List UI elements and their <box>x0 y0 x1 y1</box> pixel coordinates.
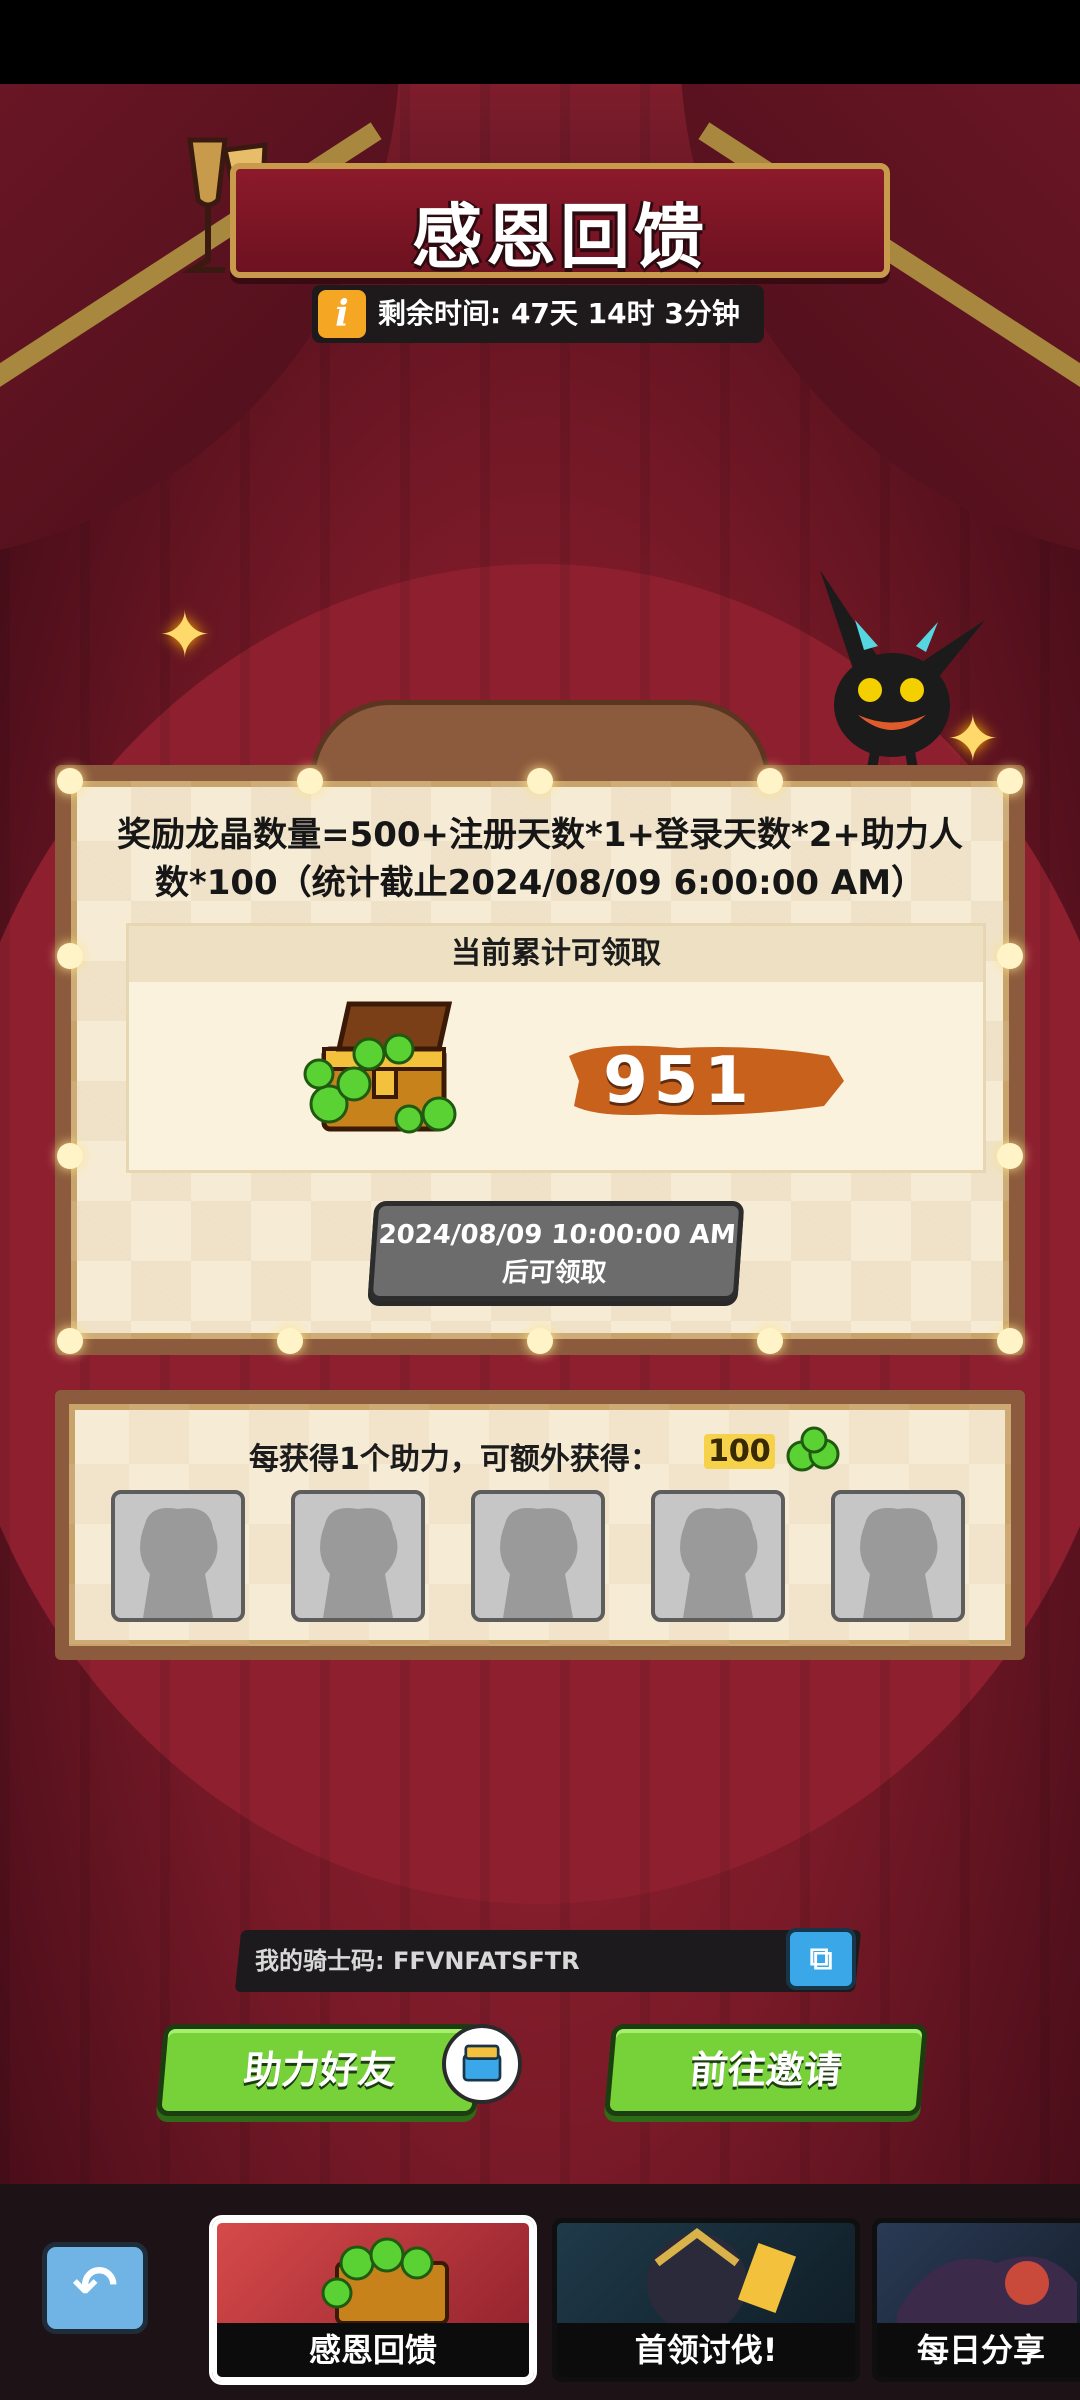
empty-helper-silhouette-icon <box>680 1508 758 1618</box>
tab-boss-raid[interactable]: 首领讨伐! <box>552 2218 860 2382</box>
marquee-bulb <box>57 1143 83 1169</box>
empty-helper-silhouette-icon <box>320 1508 398 1618</box>
marquee-bulb <box>57 943 83 969</box>
back-arrow-icon: ↶ <box>72 2254 118 2317</box>
marquee-bulb <box>997 1328 1023 1354</box>
empty-helper-silhouette-icon <box>140 1508 218 1618</box>
helper-slot[interactable] <box>651 1490 785 1622</box>
remaining-time-text: 剩余时间: 47天 14时 3分钟 <box>378 297 740 330</box>
helper-slot[interactable] <box>111 1490 245 1622</box>
helper-slot[interactable] <box>831 1490 965 1622</box>
helper-slot[interactable] <box>291 1490 425 1622</box>
helper-bonus-value: 100 <box>704 1434 775 1469</box>
tab-boss-image <box>647 2228 797 2333</box>
helper-board: 每获得1个助力，可额外获得： 100 <box>55 1390 1025 1660</box>
knight-code-text: 我的骑士码: FFVNFATSFTR <box>255 1947 580 1975</box>
invite-button[interactable]: 前往邀请 <box>603 2024 929 2116</box>
tab-label: 首领讨伐! <box>557 2323 855 2377</box>
title-banner: 感恩回馈 <box>230 163 890 278</box>
marquee-bulb <box>277 1328 303 1354</box>
back-button[interactable]: ↶ <box>42 2242 148 2334</box>
remaining-time-bar: i 剩余时间: 47天 14时 3分钟 <box>312 285 764 343</box>
empty-helper-silhouette-icon <box>860 1508 938 1618</box>
marquee-bulb <box>297 768 323 794</box>
copy-code-button[interactable]: ⧉ <box>786 1928 856 1990</box>
reward-board: 奖励龙晶数量=500+注册天数*1+登录天数*2+助力人数*100（统计截止20… <box>55 765 1025 1355</box>
page-title: 感恩回馈 <box>412 196 708 278</box>
reward-amount: 951 <box>603 1044 755 1118</box>
marquee-bulb <box>997 768 1023 794</box>
dragon-crystal-icon <box>786 1426 840 1472</box>
helper-slot[interactable] <box>471 1490 605 1622</box>
tab-chest-image <box>321 2237 449 2325</box>
chest-bubble-icon <box>442 2024 522 2104</box>
marquee-bulb <box>757 768 783 794</box>
marquee-bulb <box>757 1328 783 1354</box>
marquee-bulb <box>527 1328 553 1354</box>
helper-title: 每获得1个助力，可额外获得： <box>249 1442 660 1477</box>
claim-button[interactable]: 2024/08/09 10:00:00 AM后可领取 <box>367 1201 745 1301</box>
helper-bonus: 100 <box>704 1434 775 1469</box>
marquee-bulb <box>997 943 1023 969</box>
help-friend-button[interactable]: 助力好友 <box>155 2024 485 2116</box>
info-icon[interactable]: i <box>318 290 366 338</box>
tab-thanksgiving[interactable]: 感恩回馈 <box>212 2218 534 2382</box>
reward-panel-title: 当前累计可领取 <box>129 926 983 982</box>
sparkle-icon: ✦ <box>158 599 212 673</box>
tab-dragon-image <box>897 2256 1077 2333</box>
reward-panel: 当前累计可领取 951 <box>126 923 986 1173</box>
marquee-bulb <box>997 1143 1023 1169</box>
tab-label: 每日分享 <box>877 2323 1080 2377</box>
marquee-bulb <box>527 768 553 794</box>
reward-formula: 奖励龙晶数量=500+注册天数*1+登录天数*2+助力人数*100（统计截止20… <box>117 815 963 903</box>
tab-label: 感恩回馈 <box>217 2323 529 2377</box>
bat-mascot-icon <box>820 570 985 781</box>
marquee-bulb <box>57 768 83 794</box>
empty-helper-silhouette-icon <box>500 1508 578 1618</box>
copy-icon: ⧉ <box>809 1939 833 1977</box>
marquee-bulb <box>57 1328 83 1354</box>
status-bar <box>0 0 1080 84</box>
tab-daily-share[interactable]: 每日分享 <box>872 2218 1080 2382</box>
treasure-chest-icon <box>303 1001 457 1134</box>
